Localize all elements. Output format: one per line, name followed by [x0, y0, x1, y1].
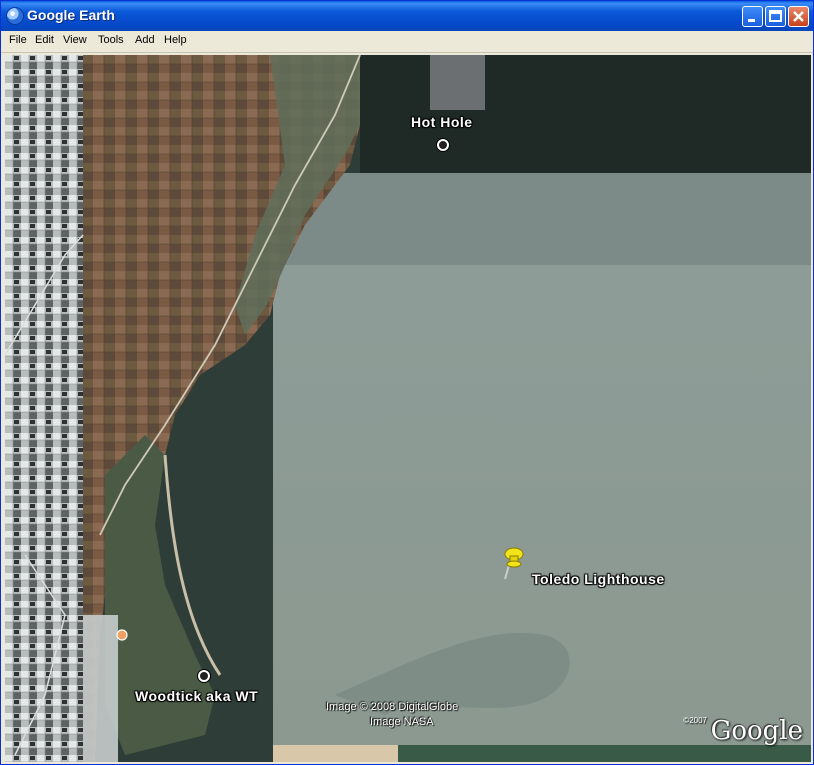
maximize-button[interactable]	[765, 6, 786, 27]
google-earth-app-icon	[7, 8, 23, 24]
title-bar[interactable]: Google Earth	[1, 1, 813, 31]
menu-file[interactable]: File	[9, 34, 27, 46]
menu-bar: File Edit View Tools Add Help	[1, 31, 813, 53]
logo-copyright: ©2007	[683, 716, 707, 725]
imagery-credit-nasa: Image NASA	[370, 716, 434, 728]
imagery-credit-digitalglobe: Image © 2008 DigitalGlobe	[326, 701, 459, 713]
menu-add[interactable]: Add	[135, 34, 155, 46]
close-icon	[793, 11, 804, 22]
earth-3d-view[interactable]: Hot Hole Toledo Lighthouse Woodtick aka …	[5, 55, 811, 762]
menu-tools[interactable]: Tools	[98, 34, 124, 46]
menu-edit[interactable]: Edit	[35, 34, 54, 46]
google-earth-window: Google Earth File Edit View Tools Add He…	[0, 0, 814, 765]
menu-help[interactable]: Help	[164, 34, 187, 46]
placemark-label-hot-hole[interactable]: Hot Hole	[411, 114, 473, 130]
minimize-button[interactable]	[742, 6, 763, 27]
placemark-label-woodtick[interactable]: Woodtick aka WT	[135, 688, 258, 704]
maximize-icon	[769, 10, 782, 22]
close-button[interactable]	[788, 6, 809, 27]
minimize-icon	[748, 19, 755, 22]
google-logo: Google	[710, 716, 803, 746]
window-title: Google Earth	[27, 7, 115, 23]
placemark-circle-icon[interactable]	[198, 670, 210, 682]
yellow-pushpin-icon[interactable]	[501, 545, 527, 581]
satellite-imagery	[5, 55, 811, 762]
placemark-circle-icon[interactable]	[437, 139, 449, 151]
placemark-label-toledo-lighthouse[interactable]: Toledo Lighthouse	[532, 571, 665, 587]
menu-view[interactable]: View	[63, 34, 87, 46]
